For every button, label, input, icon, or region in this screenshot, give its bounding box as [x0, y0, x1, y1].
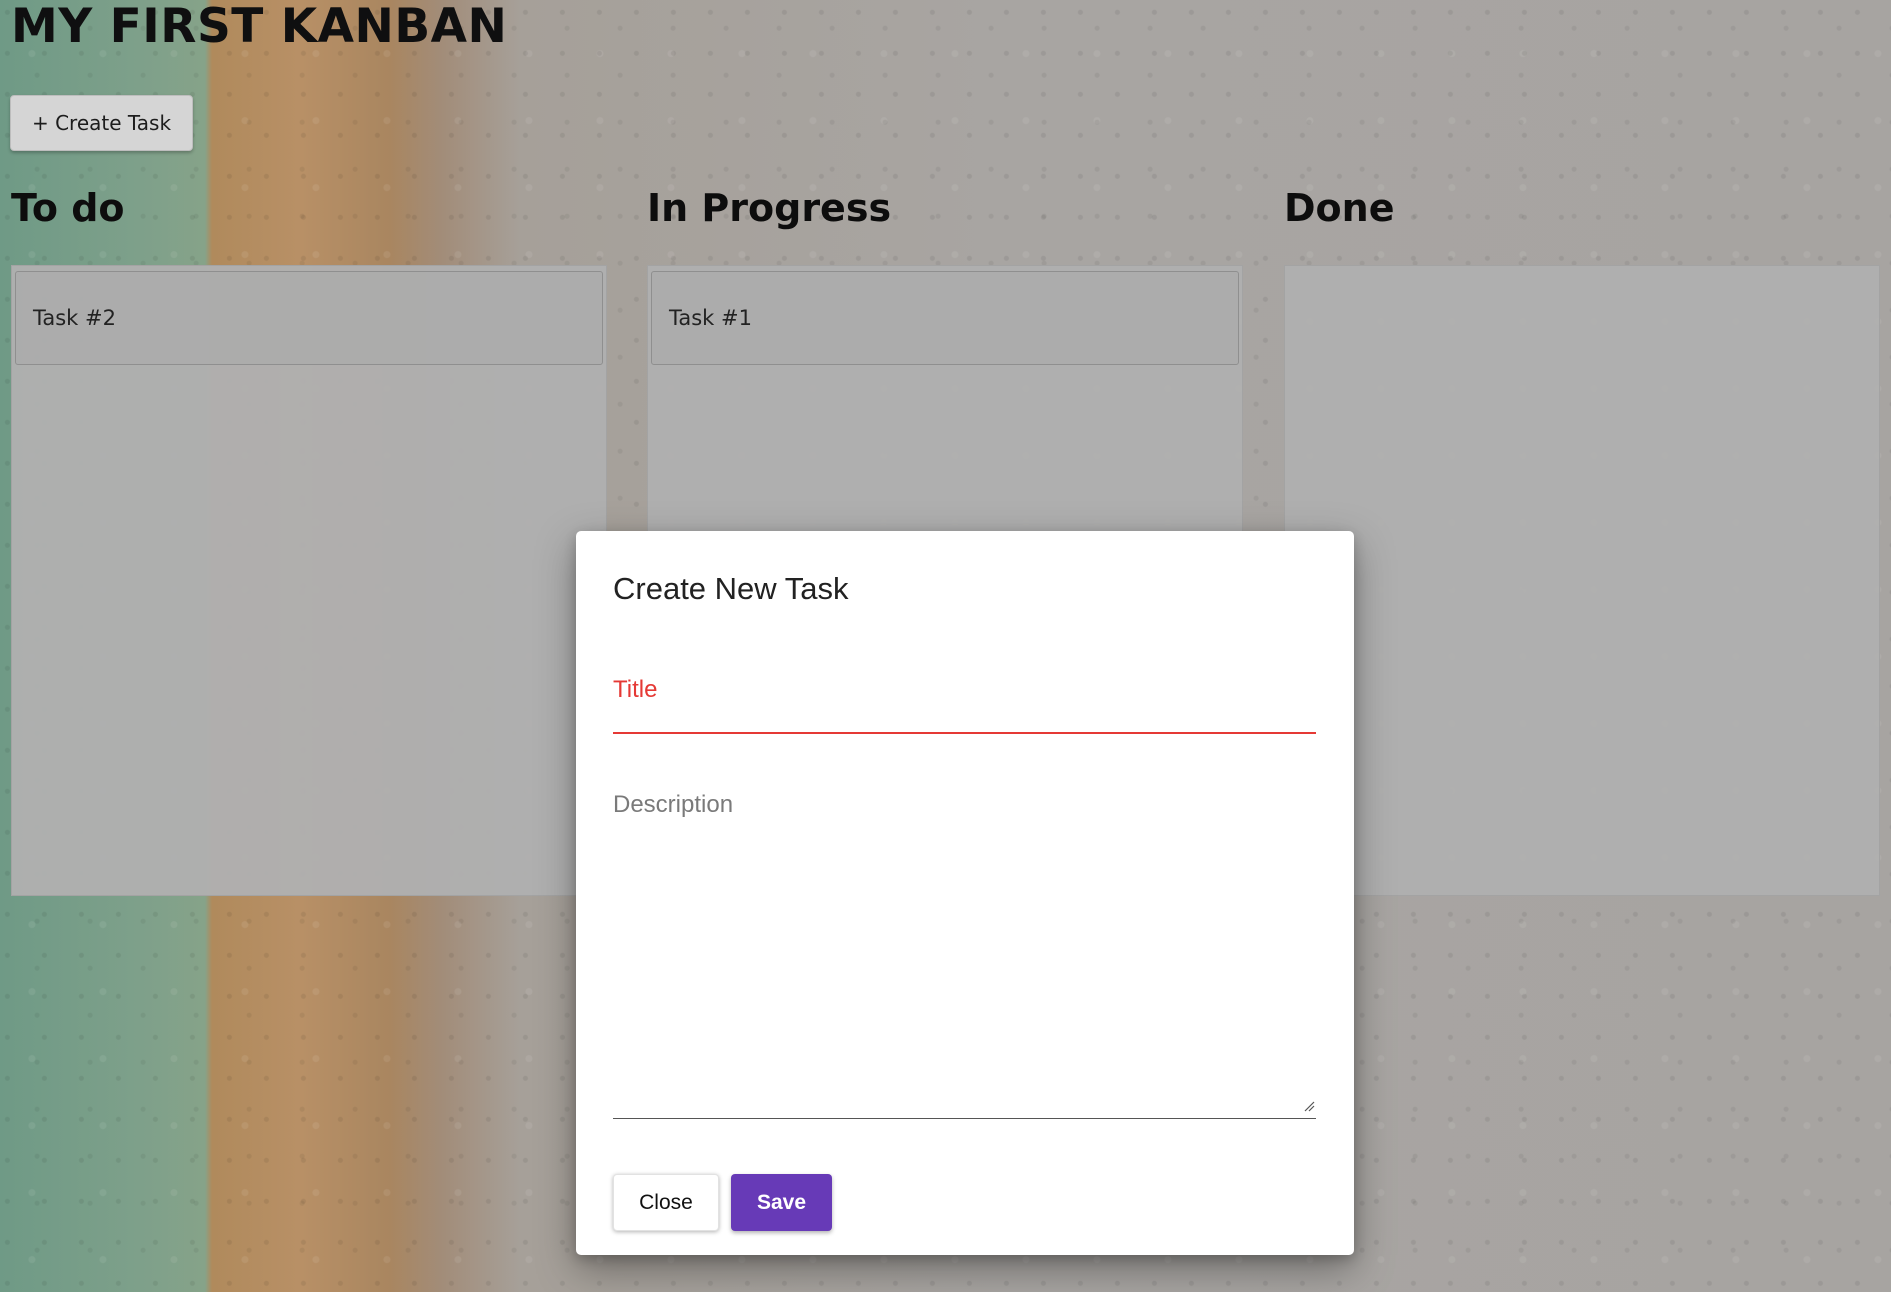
create-task-button[interactable]: + Create Task	[10, 95, 193, 151]
close-button[interactable]: Close	[613, 1174, 719, 1231]
column-done: Done	[1284, 185, 1880, 896]
column-title-done: Done	[1284, 186, 1395, 230]
column-title-todo: To do	[11, 186, 125, 230]
task-card[interactable]: Task #1	[651, 271, 1239, 365]
description-field[interactable]: Description	[613, 791, 1316, 1119]
description-field-label: Description	[613, 791, 734, 818]
column-body-done[interactable]	[1284, 265, 1880, 896]
page-title: MY FIRST KANBAN	[11, 0, 508, 54]
column-body-todo[interactable]: Task #2	[11, 265, 607, 896]
resize-handle-icon[interactable]	[1303, 1100, 1315, 1112]
task-card[interactable]: Task #2	[15, 271, 603, 365]
dialog-title: Create New Task	[613, 571, 849, 606]
save-button[interactable]: Save	[731, 1174, 832, 1231]
column-todo: To do Task #2	[11, 185, 607, 896]
column-title-in-progress: In Progress	[647, 186, 892, 230]
column-in-progress: In Progress Task #1	[647, 185, 1243, 896]
title-field[interactable]: Title	[613, 676, 1316, 734]
create-task-dialog: Create New Task Title Description Close …	[576, 531, 1354, 1255]
title-field-label: Title	[613, 676, 658, 703]
